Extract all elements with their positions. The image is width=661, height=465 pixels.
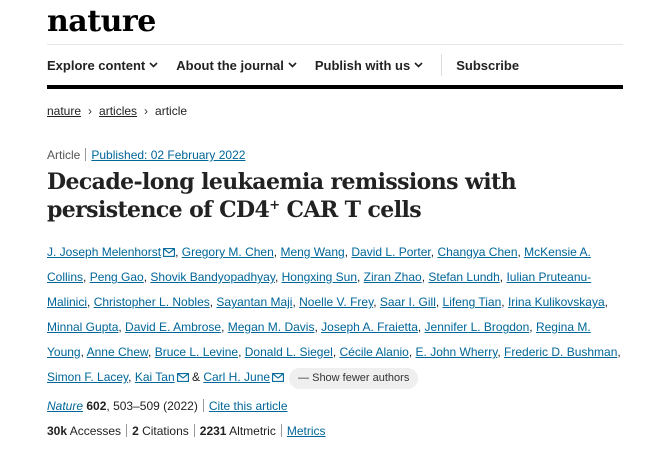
- author-link[interactable]: Ziran Zhao: [364, 270, 422, 284]
- breadcrumb: nature › articles › article: [47, 104, 187, 118]
- show-fewer-authors-button[interactable]: — Show fewer authors: [289, 368, 419, 389]
- breadcrumb-nature[interactable]: nature: [47, 104, 81, 118]
- journal-link[interactable]: Nature: [47, 399, 83, 413]
- author-link[interactable]: Stefan Lundh: [428, 270, 499, 284]
- pages-year: , 503–509 (2022): [106, 399, 198, 413]
- author-link[interactable]: Sayantan Maji: [216, 295, 292, 309]
- article-meta: Article Published: 02 February 2022: [47, 148, 245, 162]
- cite-this-article-link[interactable]: Cite this article: [209, 399, 288, 413]
- breadcrumb-current: article: [155, 104, 188, 118]
- nav-publish-with-us[interactable]: Publish with us: [315, 58, 423, 73]
- metrics-divider: [193, 424, 195, 437]
- author-link[interactable]: Meng Wang: [280, 245, 344, 259]
- mail-icon[interactable]: [272, 373, 284, 382]
- author-link[interactable]: Saar I. Gill: [380, 295, 436, 309]
- chevron-down-icon: [149, 62, 158, 68]
- citation-line: Nature 602, 503–509 (2022) Cite this arti…: [47, 399, 288, 413]
- main-nav: Explore content About the journal Publis…: [47, 44, 623, 89]
- author-link[interactable]: J. Joseph Melenhorst: [47, 245, 161, 259]
- title-superscript: +: [269, 198, 280, 213]
- nav-subscribe[interactable]: Subscribe: [456, 58, 519, 73]
- accesses-count: 30k: [47, 424, 68, 438]
- article-type: Article: [47, 148, 81, 162]
- article-metrics: 30k Accesses 2 Citations 2231 Altmetric Met…: [47, 424, 326, 438]
- volume-number: 602: [86, 399, 107, 413]
- author-link[interactable]: Carl H. June: [203, 370, 270, 384]
- author-link[interactable]: Donald L. Siegel: [245, 345, 333, 359]
- nav-about-journal-label: About the journal: [176, 57, 284, 73]
- author-link[interactable]: Shovik Bandyopadhyay: [150, 270, 275, 284]
- chevron-down-icon: [288, 62, 297, 68]
- nature-logo[interactable]: nature: [47, 4, 156, 39]
- author-link[interactable]: Hongxing Sun: [282, 270, 357, 284]
- author-link[interactable]: Joseph A. Fraietta: [321, 320, 418, 334]
- chevron-down-icon: [414, 62, 423, 68]
- journal-name: Nature: [47, 399, 84, 413]
- nav-divider: [441, 54, 443, 76]
- mail-icon[interactable]: [176, 373, 189, 382]
- nav-about-journal[interactable]: About the journal: [176, 58, 297, 73]
- citations-label: Citations: [138, 424, 189, 438]
- author-ampersand: &: [191, 370, 200, 384]
- article-title: Decade-long leukaemia remissions with pe…: [47, 168, 637, 224]
- accesses-label: Accesses: [67, 424, 122, 438]
- author-link[interactable]: Simon F. Lacey: [47, 370, 128, 384]
- author-link[interactable]: Anne Chew: [87, 345, 148, 359]
- metrics-divider: [280, 424, 282, 437]
- breadcrumb-separator: ›: [88, 104, 93, 118]
- author-link[interactable]: Megan M. Davis: [228, 320, 315, 334]
- author-list: J. Joseph Melenhorst, Gregory M. Chen, M…: [47, 240, 627, 390]
- nav-explore-content-label: Explore content: [47, 57, 146, 73]
- metrics-link[interactable]: Metrics: [287, 424, 326, 438]
- author-link[interactable]: Frederic D. Bushman: [504, 345, 617, 359]
- cite-divider: [202, 399, 204, 412]
- metrics-divider: [126, 424, 128, 437]
- author-link[interactable]: Noelle V. Frey: [299, 295, 373, 309]
- author-link[interactable]: Cécile Alanio: [339, 345, 408, 359]
- altmetric-score: 2231: [199, 424, 227, 438]
- nav-publish-with-us-label: Publish with us: [314, 57, 411, 73]
- author-link[interactable]: David E. Ambrose: [125, 320, 221, 334]
- breadcrumb-articles[interactable]: articles: [99, 104, 137, 118]
- author-link[interactable]: Gregory M. Chen: [182, 245, 274, 259]
- author-link[interactable]: E. John Wherry: [416, 345, 498, 359]
- citations-count: 2: [132, 424, 139, 438]
- author-link[interactable]: Jennifer L. Brogdon: [425, 320, 530, 334]
- meta-divider: [85, 148, 87, 161]
- published-date-link[interactable]: Published: 02 February 2022: [91, 148, 245, 162]
- mail-icon[interactable]: [163, 248, 176, 257]
- nav-explore-content[interactable]: Explore content: [47, 58, 158, 73]
- author-link[interactable]: Kai Tan: [135, 370, 175, 384]
- altmetric-label: Altmetric: [226, 424, 276, 438]
- author-link[interactable]: Irina Kulikovskaya: [508, 295, 605, 309]
- author-link[interactable]: Lifeng Tian: [443, 295, 502, 309]
- author-link[interactable]: Changya Chen: [437, 245, 517, 259]
- breadcrumb-separator: ›: [144, 104, 149, 118]
- author-link[interactable]: Minnal Gupta: [47, 320, 118, 334]
- title-text-end: CAR T cells: [279, 197, 422, 223]
- author-link[interactable]: Bruce L. Levine: [155, 345, 238, 359]
- author-link[interactable]: Peng Gao: [90, 270, 144, 284]
- author-link[interactable]: David L. Porter: [351, 245, 430, 259]
- author-link[interactable]: Christopher L. Nobles: [94, 295, 210, 309]
